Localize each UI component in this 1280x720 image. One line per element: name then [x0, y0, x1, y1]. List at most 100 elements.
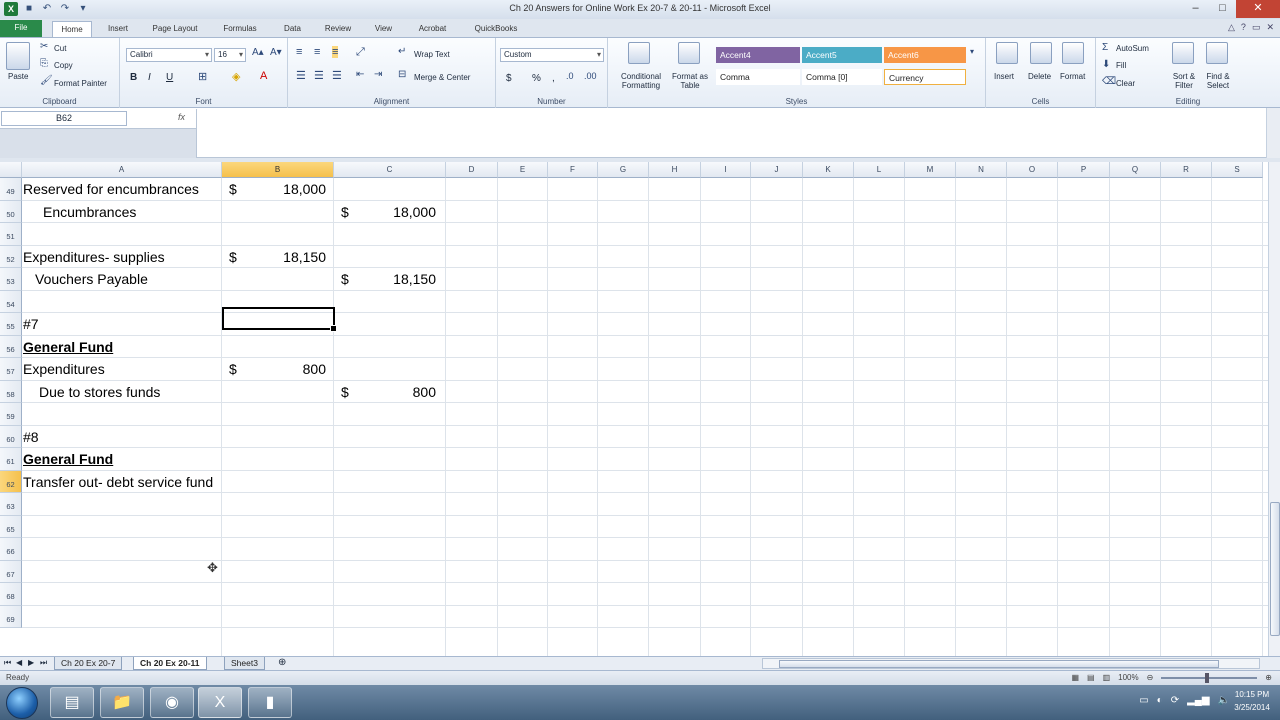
number-format-select[interactable]: Custom: [500, 48, 604, 62]
font-name-select[interactable]: Calibri: [126, 48, 212, 62]
maximize-button[interactable]: □: [1209, 0, 1236, 18]
zoom-level[interactable]: 100%: [1118, 671, 1138, 685]
format-as-table-icon[interactable]: [678, 42, 700, 64]
align-top-icon[interactable]: ≡: [296, 46, 302, 58]
orientation-icon[interactable]: ⤢: [356, 46, 365, 59]
tab-file[interactable]: File: [0, 20, 42, 38]
fill-icon[interactable]: ⬇: [1102, 59, 1110, 70]
delete-cells-button[interactable]: Delete: [1028, 72, 1051, 81]
normal-view-icon[interactable]: ▦: [1071, 671, 1079, 685]
fill-color-icon[interactable]: ◈: [232, 70, 240, 83]
taskbar-explorer-icon[interactable]: 📁: [100, 687, 144, 718]
formula-input[interactable]: [196, 109, 1266, 157]
row-header-66[interactable]: 66: [0, 538, 22, 561]
autosum-button[interactable]: AutoSum: [1116, 44, 1149, 53]
cell-a49[interactable]: Reserved for encumbrances: [23, 178, 199, 200]
sheet-tab-ex20-11[interactable]: Ch 20 Ex 20-11: [133, 657, 207, 670]
cell-a61[interactable]: General Fund: [23, 448, 113, 470]
worksheet-grid[interactable]: A B C D E F G H I J K L M N O P Q R S 49 Reserved for encumb…: [0, 162, 1268, 656]
cell-c50[interactable]: 18,000: [334, 201, 436, 223]
row-header-63[interactable]: 63: [0, 493, 22, 516]
format-cells-button[interactable]: Format: [1060, 72, 1085, 81]
wrap-text-button[interactable]: Wrap Text: [414, 50, 450, 59]
tab-quickbooks[interactable]: QuickBooks: [465, 21, 527, 38]
row-header-51[interactable]: 51: [0, 223, 22, 246]
format-cells-icon[interactable]: [1062, 42, 1084, 64]
row-header-58[interactable]: 58: [0, 380, 22, 403]
shrink-font-icon[interactable]: A▾: [270, 47, 282, 58]
format-painter-icon[interactable]: 🖌: [40, 75, 53, 86]
copy-button[interactable]: Copy: [54, 61, 73, 70]
cell-c58[interactable]: 800: [334, 381, 436, 403]
format-as-table-button[interactable]: Format as Table: [670, 72, 710, 90]
percent-format-button[interactable]: %: [532, 73, 541, 84]
row-header-56[interactable]: 56: [0, 335, 22, 358]
cell-a52[interactable]: Expenditures- supplies: [23, 246, 165, 268]
sort-filter-icon[interactable]: [1172, 42, 1194, 64]
taskbar-excel-icon[interactable]: X: [198, 687, 242, 718]
sheet-nav-next-icon[interactable]: ▶: [28, 658, 34, 667]
cell-a62[interactable]: Transfer out- debt service fund: [23, 471, 213, 493]
style-accent4[interactable]: Accent4: [716, 47, 800, 63]
cell-a50[interactable]: Encumbrances: [43, 201, 136, 223]
column-header-c[interactable]: C: [334, 162, 446, 178]
row-header-69[interactable]: 69: [0, 605, 22, 628]
column-header-m[interactable]: M: [905, 162, 956, 178]
clear-button[interactable]: Clear: [1116, 79, 1135, 88]
style-comma[interactable]: Comma: [716, 69, 800, 85]
format-painter-button[interactable]: Format Painter: [54, 79, 107, 88]
row-header-60[interactable]: 60: [0, 425, 22, 448]
tab-data[interactable]: Data: [275, 21, 310, 38]
row-header-67[interactable]: 67: [0, 560, 22, 583]
tab-insert[interactable]: Insert: [98, 21, 138, 38]
cell-c53[interactable]: 18,150: [334, 268, 436, 290]
column-header-a[interactable]: A: [22, 162, 222, 178]
insert-sheet-icon[interactable]: ⊕: [278, 657, 286, 668]
column-header-r[interactable]: R: [1161, 162, 1212, 178]
insert-cells-button[interactable]: Insert: [994, 72, 1014, 81]
decrease-decimal-icon[interactable]: .00: [584, 71, 597, 81]
volume-icon[interactable]: 🔈: [1218, 695, 1230, 706]
column-header-p[interactable]: P: [1058, 162, 1110, 178]
active-cell-selection[interactable]: [222, 307, 337, 332]
cell-a56[interactable]: General Fund: [23, 336, 113, 358]
conditional-formatting-icon[interactable]: [628, 42, 650, 64]
align-left-icon[interactable]: ☰: [296, 69, 306, 82]
row-header-61[interactable]: 61: [0, 448, 22, 471]
column-header-q[interactable]: Q: [1110, 162, 1161, 178]
sheet-nav-first-icon[interactable]: ⏮: [4, 658, 11, 668]
align-bottom-icon[interactable]: ≡: [332, 46, 339, 58]
sheet-tab-sheet3[interactable]: Sheet3: [224, 657, 265, 670]
tray-icon-3[interactable]: ⟳: [1171, 695, 1179, 706]
increase-decimal-icon[interactable]: .0: [566, 71, 574, 81]
tab-formulas[interactable]: Formulas: [215, 21, 265, 38]
row-header-55[interactable]: 55: [0, 313, 22, 336]
font-color-icon[interactable]: A: [260, 70, 267, 82]
taskbar-calculator-icon[interactable]: ▤: [50, 687, 94, 718]
sort-filter-button[interactable]: Sort & Filter: [1166, 72, 1202, 90]
column-header-e[interactable]: E: [498, 162, 548, 178]
tray-icon-2[interactable]: ◐: [1157, 695, 1163, 706]
copy-icon[interactable]: ⎘: [40, 58, 48, 69]
increase-indent-icon[interactable]: ⇥: [374, 69, 382, 80]
close-button[interactable]: ✕: [1236, 0, 1280, 18]
column-header-i[interactable]: I: [701, 162, 751, 178]
column-header-b[interactable]: B: [222, 162, 334, 178]
tab-page-layout[interactable]: Page Layout: [145, 21, 205, 38]
find-select-button[interactable]: Find & Select: [1200, 72, 1236, 90]
sheet-nav-prev-icon[interactable]: ◀: [16, 658, 22, 667]
autosum-icon[interactable]: Σ: [1102, 42, 1108, 53]
tab-home[interactable]: Home: [52, 21, 92, 38]
grow-font-icon[interactable]: A▴: [252, 47, 264, 58]
find-select-icon[interactable]: [1206, 42, 1228, 64]
column-header-o[interactable]: O: [1007, 162, 1058, 178]
horizontal-scrollbar[interactable]: [762, 658, 1260, 669]
start-button[interactable]: [6, 687, 38, 719]
decrease-indent-icon[interactable]: ⇤: [356, 69, 364, 80]
tab-acrobat[interactable]: Acrobat: [410, 21, 455, 38]
bold-button[interactable]: B: [130, 72, 137, 83]
minimize-ribbon-icon[interactable]: △: [1228, 22, 1235, 33]
tray-icon-1[interactable]: ▭: [1139, 695, 1148, 706]
page-break-view-icon[interactable]: ▥: [1103, 671, 1111, 685]
conditional-formatting-button[interactable]: Conditional Formatting: [616, 72, 666, 90]
